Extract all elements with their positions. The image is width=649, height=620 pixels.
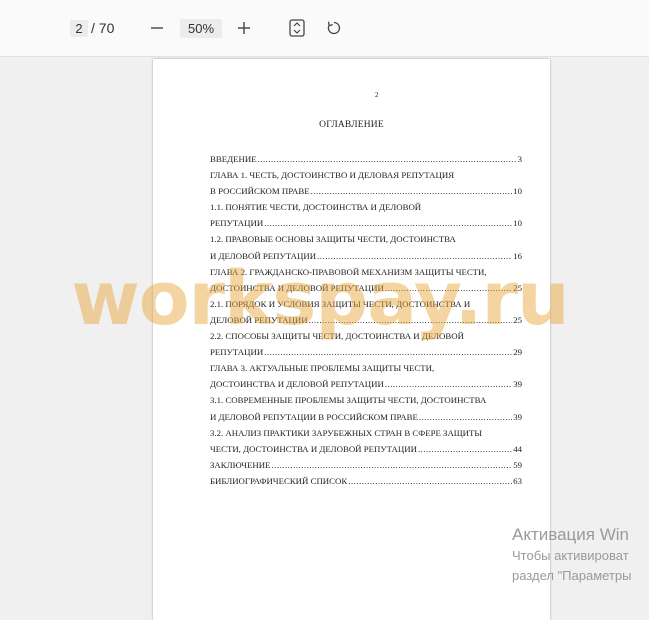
toc-entry-page: 10: [513, 186, 522, 197]
toc-entry-text: ГЛАВА 2. ГРАЖДАНСКО-ПРАВОВОЙ МЕХАНИЗМ ЗА…: [210, 266, 487, 277]
toc-entry: ЗАКЛЮЧЕНИЕ 59: [210, 457, 522, 473]
toc-entry-text: ЗАКЛЮЧЕНИЕ: [210, 459, 271, 470]
toc-entry-text: ДЕЛОВОЙ РЕПУТАЦИИ: [210, 314, 308, 325]
activation-title: Активация Win: [512, 525, 629, 544]
zoom-level[interactable]: 50%: [180, 19, 222, 38]
toc-entry: ГЛАВА 3. АКТУАЛЬНЫЕ ПРОБЛЕМЫ ЗАЩИТЫ ЧЕСТ…: [210, 360, 522, 376]
toc-entry-text: БИБЛИОГРАФИЧЕСКИЙ СПИСОК: [210, 475, 348, 486]
toc-entry: ДОСТОИНСТВА И ДЕЛОВОЙ РЕПУТАЦИИ 39: [210, 376, 522, 392]
toc-entry-text: ГЛАВА 3. АКТУАЛЬНЫЕ ПРОБЛЕМЫ ЗАЩИТЫ ЧЕСТ…: [210, 363, 435, 374]
document-page: 2 ОГЛАВЛЕНИЕ ВВЕДЕНИЕ 3 ГЛАВА 1. ЧЕСТЬ, ДО…: [153, 59, 550, 620]
toc-leader-dots: [317, 248, 512, 264]
page-number-input[interactable]: 2: [70, 20, 88, 37]
activation-line-1: Чтобы активироват: [512, 548, 629, 563]
fit-to-page-icon: [289, 19, 305, 37]
rotate-icon: [327, 21, 341, 35]
toc-entry: ДОСТОИНСТВА И ДЕЛОВОЙ РЕПУТАЦИИ 25: [210, 280, 522, 296]
toc-entry: ГЛАВА 2. ГРАЖДАНСКО-ПРАВОВОЙ МЕХАНИЗМ ЗА…: [210, 264, 522, 280]
toc-entry-text: ЧЕСТИ, ДОСТОИНСТВА И ДЕЛОВОЙ РЕПУТАЦИИ: [210, 443, 417, 454]
toc-title: ОГЛАВЛЕНИЕ: [319, 120, 384, 130]
toc-leader-dots: [264, 344, 512, 360]
toc-leader-dots: [258, 151, 517, 167]
page-number: 2: [375, 91, 379, 99]
toc-entry-text: 3.2. АНАЛИЗ ПРАКТИКИ ЗАРУБЕЖНЫХ СТРАН В …: [210, 427, 483, 438]
toc-entry: В РОССИЙСКОМ ПРАВЕ 10: [210, 183, 522, 199]
toc-entry-text: ГЛАВА 1. ЧЕСТЬ, ДОСТОИНСТВО И ДЕЛОВАЯ РЕ…: [210, 170, 455, 181]
toc-entry: 1.1. ПОНЯТИЕ ЧЕСТИ, ДОСТОИНСТВА И ДЕЛОВО…: [210, 199, 522, 215]
toc-leader-dots: [348, 473, 512, 489]
toc-entry-text: 1.2. ПРАВОВЫЕ ОСНОВЫ ЗАЩИТЫ ЧЕСТИ, ДОСТО…: [210, 234, 456, 245]
minus-icon: [151, 27, 163, 29]
toc-entry: ГЛАВА 1. ЧЕСТЬ, ДОСТОИНСТВО И ДЕЛОВАЯ РЕ…: [210, 167, 522, 183]
toc-entry: И ДЕЛОВОЙ РЕПУТАЦИИ В РОССИЙСКОМ ПРАВЕ 39: [210, 409, 522, 425]
toc-leader-dots: [309, 312, 513, 328]
toc-entry-text: ДОСТОИНСТВА И ДЕЛОВОЙ РЕПУТАЦИИ: [210, 282, 384, 293]
toc-entry-page: 25: [513, 314, 522, 325]
toc-entry-page: 10: [513, 218, 522, 229]
toc-entry-text: 3.1. СОВРЕМЕННЫЕ ПРОБЛЕМЫ ЗАЩИТЫ ЧЕСТИ, …: [210, 395, 487, 406]
toc-entry: И ДЕЛОВОЙ РЕПУТАЦИИ 16: [210, 248, 522, 264]
page-total: / 70: [91, 20, 115, 36]
toc-entry-page: 59: [513, 459, 522, 470]
rotate-button[interactable]: [322, 16, 346, 40]
toc-entry-text: 1.1. ПОНЯТИЕ ЧЕСТИ, ДОСТОИНСТВА И ДЕЛОВО…: [210, 202, 422, 213]
toc-leader-dots: [419, 409, 512, 425]
toc-entry: 3.2. АНАЛИЗ ПРАКТИКИ ЗАРУБЕЖНЫХ СТРАН В …: [210, 425, 522, 441]
toc-entry-text: РЕПУТАЦИИ: [210, 218, 264, 229]
toc-entry-page: 44: [513, 443, 522, 454]
zoom-in-button[interactable]: [232, 16, 256, 40]
toc-entry: 3.1. СОВРЕМЕННЫЕ ПРОБЛЕМЫ ЗАЩИТЫ ЧЕСТИ, …: [210, 392, 522, 408]
toc-leader-dots: [385, 280, 512, 296]
toc-leader-dots: [311, 183, 513, 199]
toc-entry-text: 2.2. СПОСОБЫ ЗАЩИТЫ ЧЕСТИ, ДОСТОИНСТВА И…: [210, 331, 464, 342]
toc-entry: ДЕЛОВОЙ РЕПУТАЦИИ 25: [210, 312, 522, 328]
toc-entry: ВВЕДЕНИЕ 3: [210, 151, 522, 167]
toc-entry-text: 2.1. ПОРЯДОК И УСЛОВИЯ ЗАЩИТЫ ЧЕСТИ, ДОС…: [210, 298, 471, 309]
toc-leader-dots: [385, 376, 512, 392]
toc-entry: 2.1. ПОРЯДОК И УСЛОВИЯ ЗАЩИТЫ ЧЕСТИ, ДОС…: [210, 296, 522, 312]
windows-activation-notice: Активация Win Чтобы активироват раздел "…: [512, 524, 631, 586]
toc-leader-dots: [264, 215, 512, 231]
toc-entry-text: РЕПУТАЦИИ: [210, 347, 264, 358]
toc-entry-page: 25: [513, 282, 522, 293]
zoom-out-button[interactable]: [145, 16, 169, 40]
fit-to-page-button[interactable]: [285, 16, 309, 40]
toc-entry: 1.2. ПРАВОВЫЕ ОСНОВЫ ЗАЩИТЫ ЧЕСТИ, ДОСТО…: [210, 231, 522, 247]
activation-line-2: раздел "Параметры: [512, 568, 632, 583]
toc-leader-dots: [418, 441, 512, 457]
pdf-toolbar: 2 / 70 50%: [0, 0, 649, 57]
toc-entry: РЕПУТАЦИИ 29: [210, 344, 522, 360]
toc-entry-text: ДОСТОИНСТВА И ДЕЛОВОЙ РЕПУТАЦИИ: [210, 379, 384, 390]
toc-entry-page: 39: [513, 379, 522, 390]
toc-entry: РЕПУТАЦИИ 10: [210, 215, 522, 231]
toc-entry: ЧЕСТИ, ДОСТОИНСТВА И ДЕЛОВОЙ РЕПУТАЦИИ 44: [210, 441, 522, 457]
toc-entry: 2.2. СПОСОБЫ ЗАЩИТЫ ЧЕСТИ, ДОСТОИНСТВА И…: [210, 328, 522, 344]
toc-entry-page: 39: [513, 411, 522, 422]
plus-icon: [238, 22, 250, 34]
toc-entry: БИБЛИОГРАФИЧЕСКИЙ СПИСОК 63: [210, 473, 522, 489]
toc-entry-page: 63: [513, 475, 522, 486]
toc-entry-text: И ДЕЛОВОЙ РЕПУТАЦИИ В РОССИЙСКОМ ПРАВЕ: [210, 411, 418, 422]
table-of-contents: ВВЕДЕНИЕ 3 ГЛАВА 1. ЧЕСТЬ, ДОСТОИНСТВО И Д…: [210, 151, 522, 489]
toc-entry-text: И ДЕЛОВОЙ РЕПУТАЦИИ: [210, 250, 317, 261]
toc-entry-text: ВВЕДЕНИЕ: [210, 154, 257, 164]
toc-entry-page: 3: [517, 154, 522, 164]
toc-entry-page: 29: [513, 347, 522, 358]
toc-entry-text: В РОССИЙСКОМ ПРАВЕ: [210, 186, 310, 197]
toc-leader-dots: [271, 457, 512, 473]
toc-entry-page: 16: [513, 250, 522, 261]
